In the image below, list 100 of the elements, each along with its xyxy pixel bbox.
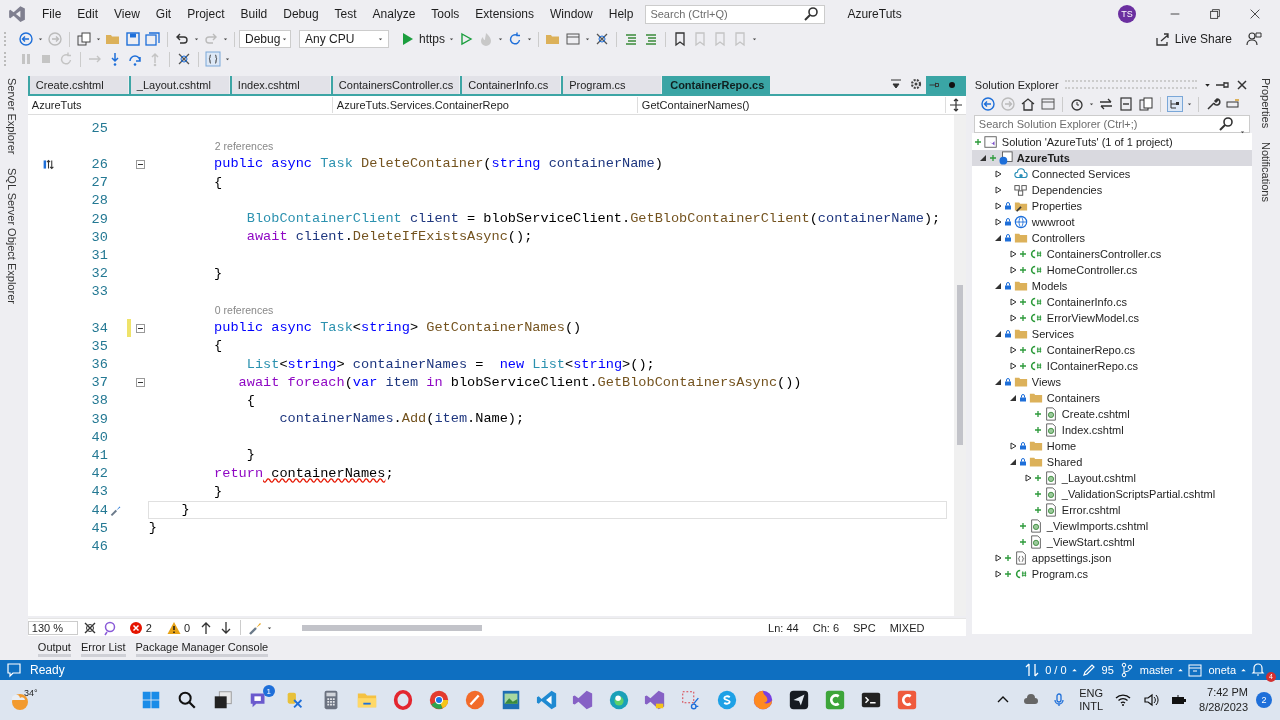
collapsed-arrow-icon[interactable] bbox=[1008, 298, 1017, 306]
tree-item[interactable]: Containers bbox=[971, 390, 1253, 406]
expanded-arrow-icon[interactable] bbox=[1008, 458, 1017, 466]
ide-icon[interactable] bbox=[643, 689, 666, 711]
pending-changes[interactable]: 95 bbox=[1101, 664, 1114, 676]
window-icon[interactable] bbox=[1039, 96, 1056, 112]
editor-tab[interactable]: ContainerRepo.cs bbox=[662, 76, 771, 94]
tree-item[interactable]: _Layout.cshtml bbox=[971, 470, 1253, 486]
collapse-all-icon[interactable] bbox=[1117, 96, 1134, 112]
tree-item[interactable]: AzureTuts bbox=[971, 150, 1253, 166]
intellicode-icon[interactable] bbox=[101, 619, 118, 636]
undo-icon[interactable] bbox=[174, 31, 190, 47]
wifi-icon[interactable] bbox=[1115, 692, 1132, 708]
tree-item[interactable]: Create.cshtml bbox=[971, 406, 1253, 422]
navigation-dropdown[interactable]: AzureTuts bbox=[27, 97, 333, 113]
window-icon[interactable] bbox=[565, 31, 581, 47]
bell-icon[interactable] bbox=[1250, 660, 1266, 677]
tree-item[interactable]: ErrorViewModel.cs bbox=[971, 310, 1253, 326]
side-tab[interactable]: Properties bbox=[1260, 78, 1273, 129]
platform-dropdown[interactable]: Any CPU bbox=[299, 30, 389, 48]
comment-icon[interactable] bbox=[6, 662, 22, 678]
sync-status[interactable]: 0 / 0 bbox=[1045, 664, 1067, 676]
run-target-button[interactable]: https bbox=[417, 29, 447, 49]
tree-item[interactable]: Index.cshtml bbox=[971, 422, 1253, 438]
repository-selector[interactable]: oneta bbox=[1208, 664, 1236, 676]
collapsed-arrow-icon[interactable] bbox=[1008, 266, 1017, 274]
tree-view-icon[interactable] bbox=[1166, 96, 1183, 112]
restart-icon[interactable] bbox=[58, 51, 74, 67]
tree-item[interactable]: ContainerRepo.cs bbox=[971, 342, 1253, 358]
error-count[interactable]: 2 bbox=[145, 621, 152, 634]
editor-tab[interactable]: Create.cshtml bbox=[27, 76, 128, 94]
menu-item[interactable]: Git bbox=[147, 7, 180, 21]
editor-tab[interactable]: Program.cs bbox=[561, 76, 662, 94]
recorder-icon[interactable] bbox=[823, 689, 846, 711]
start-outline-icon[interactable] bbox=[458, 31, 474, 47]
search-field[interactable]: Search Solution Explorer (Ctrl+;) bbox=[973, 115, 1251, 133]
tool-window-tab[interactable]: Error List bbox=[80, 641, 126, 657]
tree-item[interactable]: _ViewImports.cshtml bbox=[971, 518, 1253, 534]
collapsed-arrow-icon[interactable] bbox=[993, 170, 1002, 178]
home-icon[interactable] bbox=[1019, 96, 1036, 112]
menu-item[interactable]: Window bbox=[542, 7, 601, 21]
branch-selector[interactable]: master bbox=[1139, 664, 1174, 676]
tree-item[interactable]: Program.cs bbox=[971, 566, 1253, 582]
browser-icon[interactable] bbox=[751, 689, 774, 711]
repository-icon[interactable] bbox=[1187, 662, 1204, 678]
expanded-arrow-icon[interactable] bbox=[978, 154, 987, 162]
info-marker-icon[interactable] bbox=[42, 157, 56, 171]
collapse-icon[interactable] bbox=[136, 159, 146, 169]
warning-count[interactable]: 0 bbox=[184, 621, 191, 634]
pencil-icon[interactable] bbox=[1080, 662, 1097, 678]
menu-item[interactable]: Edit bbox=[69, 7, 107, 21]
menu-item[interactable]: View bbox=[106, 7, 148, 21]
navigation-dropdown[interactable]: AzureTuts.Services.ContainerRepo bbox=[332, 97, 638, 113]
collapsed-arrow-icon[interactable] bbox=[1008, 362, 1017, 370]
browser-icon[interactable] bbox=[607, 689, 630, 711]
tree-item[interactable]: _ViewStart.cshtml bbox=[971, 534, 1253, 550]
editor-tab[interactable]: ContainersController.cs bbox=[330, 76, 460, 94]
tree-item[interactable]: Home bbox=[971, 438, 1253, 454]
collapsed-arrow-icon[interactable] bbox=[993, 554, 1002, 562]
menu-item[interactable]: File bbox=[34, 7, 70, 21]
code-editor-icon[interactable] bbox=[535, 689, 558, 711]
restore-icon[interactable] bbox=[1208, 7, 1222, 21]
tree-item[interactable]: wwwroot bbox=[971, 214, 1253, 230]
reference-count-link[interactable]: 2 references bbox=[214, 140, 274, 153]
tree-item[interactable]: Models bbox=[971, 278, 1253, 294]
copy-icon[interactable] bbox=[1137, 96, 1154, 112]
zoom-dropdown[interactable]: 130 % bbox=[27, 620, 78, 635]
browser-icon[interactable] bbox=[427, 689, 450, 711]
menu-item[interactable]: Help bbox=[600, 7, 642, 21]
expanded-arrow-icon[interactable] bbox=[993, 282, 1002, 290]
sync-icon[interactable] bbox=[1024, 662, 1041, 678]
tree-item[interactable]: Services bbox=[971, 326, 1253, 342]
side-tab[interactable]: Server Explorer bbox=[5, 78, 18, 155]
menu-item[interactable]: Debug bbox=[275, 7, 327, 21]
save-icon[interactable] bbox=[125, 31, 141, 47]
lines-icon[interactable] bbox=[623, 31, 639, 47]
menu-item[interactable]: Project bbox=[179, 7, 233, 21]
back-icon[interactable] bbox=[18, 31, 34, 47]
search-field[interactable]: Search (Ctrl+Q) bbox=[645, 4, 826, 24]
refresh-icon[interactable] bbox=[507, 31, 523, 47]
expanded-arrow-icon[interactable] bbox=[993, 378, 1002, 386]
hex-icon[interactable] bbox=[594, 31, 610, 47]
tree-item[interactable]: _ValidationScriptsPartial.cshtml bbox=[971, 486, 1253, 502]
close-icon[interactable] bbox=[1248, 7, 1262, 21]
scissors-icon[interactable] bbox=[679, 689, 702, 711]
collapsed-arrow-icon[interactable] bbox=[993, 570, 1002, 578]
tree-item[interactable]: Dependencies bbox=[971, 182, 1253, 198]
side-tab[interactable]: Notifications bbox=[1260, 142, 1273, 203]
editor-tab[interactable]: ContainerInfo.cs bbox=[460, 76, 561, 94]
collapse-icon[interactable] bbox=[136, 378, 146, 388]
collapsed-arrow-icon[interactable] bbox=[993, 218, 1002, 226]
brush-app-icon[interactable] bbox=[463, 689, 486, 711]
send-app-icon[interactable] bbox=[787, 689, 810, 711]
menu-item[interactable]: Test bbox=[326, 7, 365, 21]
tree-item[interactable]: Error.cshtml bbox=[971, 502, 1253, 518]
tree-item[interactable]: ContainerInfo.cs bbox=[971, 294, 1253, 310]
menu-item[interactable]: Extensions bbox=[467, 7, 543, 21]
live-share-button[interactable]: Live Share bbox=[1172, 29, 1234, 49]
tree-item[interactable]: HomeController.cs bbox=[971, 262, 1253, 278]
back-icon[interactable] bbox=[979, 96, 996, 112]
